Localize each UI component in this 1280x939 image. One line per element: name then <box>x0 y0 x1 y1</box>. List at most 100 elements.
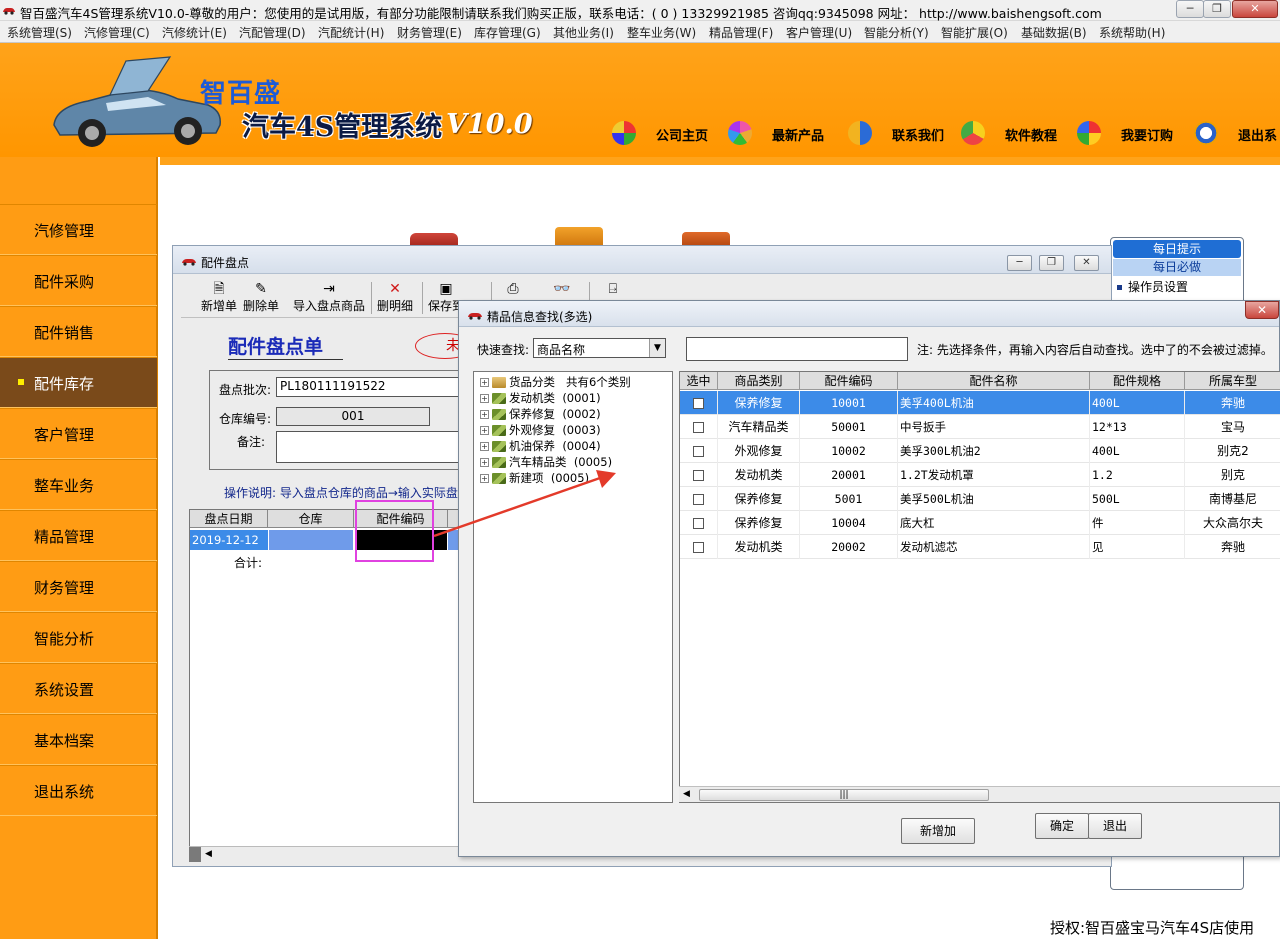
row-checkbox[interactable] <box>693 542 704 553</box>
menu-extension[interactable]: 智能扩展(O) <box>941 24 1008 41</box>
menu-inventory[interactable]: 库存管理(G) <box>474 24 541 41</box>
book-icon <box>492 393 506 404</box>
close-button[interactable]: ✕ <box>1232 0 1278 18</box>
box-icon[interactable] <box>682 232 730 245</box>
refresh-icon[interactable] <box>555 227 603 245</box>
confirm-button[interactable]: 确定 <box>1035 813 1089 839</box>
menu-repair-stats[interactable]: 汽修统计(E) <box>162 24 227 41</box>
table-row[interactable]: 发动机类 20001 1.2T发动机罩 1.2 别克 <box>680 463 1280 487</box>
add-new-button[interactable]: 新增加 <box>901 818 975 844</box>
maximize-button[interactable]: ❐ <box>1203 0 1231 18</box>
stocktake-minimize-button[interactable]: ─ <box>1007 255 1032 271</box>
column-header-code[interactable]: 配件编码 <box>800 372 898 390</box>
row-checkbox[interactable] <box>693 422 704 433</box>
menu-parts[interactable]: 汽配管理(D) <box>239 24 306 41</box>
warehouse-field[interactable]: 001 <box>276 407 430 426</box>
new-order-button[interactable]: 🗎 新增单 <box>201 281 237 317</box>
star-icon <box>961 121 985 145</box>
tips-subtitle[interactable]: 每日必做 <box>1113 259 1241 276</box>
sidebar-item-parts-sales[interactable]: 配件销售 <box>0 306 157 357</box>
tree-node-engine[interactable]: + 发动机类 (0001) <box>480 390 601 406</box>
row-checkbox[interactable] <box>693 446 704 457</box>
table-row[interactable]: 汽车精品类 50001 中号扳手 12*13 宝马 <box>680 415 1280 439</box>
minimize-button[interactable]: ─ <box>1176 0 1204 18</box>
row-checkbox[interactable] <box>693 398 704 409</box>
menu-system[interactable]: 系统管理(S) <box>7 24 72 41</box>
expand-icon[interactable]: + <box>480 442 489 451</box>
menu-basic-data[interactable]: 基础数据(B) <box>1021 24 1087 41</box>
expand-icon[interactable]: + <box>480 394 489 403</box>
column-header-date[interactable]: 盘点日期 <box>190 510 268 528</box>
exit-button[interactable]: 退出 <box>1088 813 1142 839</box>
import-goods-button[interactable]: ⇥ 导入盘点商品 <box>293 281 365 317</box>
scroll-thumb[interactable]: ||| <box>699 789 989 801</box>
expand-icon[interactable]: + <box>480 378 489 387</box>
menu-analysis[interactable]: 智能分析(Y) <box>864 24 929 41</box>
tree-node-oil[interactable]: + 机油保养 (0004) <box>480 438 601 454</box>
column-header-category[interactable]: 商品类别 <box>718 372 800 390</box>
menu-other[interactable]: 其他业务(I) <box>553 24 614 41</box>
remark-label: 备注: <box>237 435 266 449</box>
row-checkbox[interactable] <box>693 518 704 529</box>
chevron-down-icon[interactable]: ▼ <box>649 339 665 357</box>
delete-x-icon: ✕ <box>389 281 401 297</box>
stocktake-form: 盘点批次: PL180111191522 仓库编号: 001 备注: <box>209 370 490 470</box>
table-row[interactable]: 保养修复 5001 美孚500L机油 500L 南博基尼 <box>680 487 1280 511</box>
lookup-close-button[interactable]: ✕ <box>1245 301 1279 319</box>
table-row[interactable]: 保养修复 10004 底大杠 件 大众高尔夫 <box>680 511 1280 535</box>
car-icon <box>182 259 196 266</box>
menu-finance[interactable]: 财务管理(E) <box>397 24 462 41</box>
car-app-icon <box>3 8 15 15</box>
stocktake-close-button[interactable]: ✕ <box>1074 255 1099 271</box>
menu-customer[interactable]: 客户管理(U) <box>786 24 852 41</box>
sidebar-item-parts-purchase[interactable]: 配件采购 <box>0 255 157 306</box>
table-row[interactable]: 保养修复 10001 美孚400L机油 400L 奔驰 <box>680 391 1280 415</box>
tree-node-root[interactable]: + 货品分类 共有6个类别 <box>480 374 631 390</box>
row-checkbox[interactable] <box>693 494 704 505</box>
menu-parts-stats[interactable]: 汽配统计(H) <box>318 24 384 41</box>
tree-node-exterior[interactable]: + 外观修复 (0003) <box>480 422 601 438</box>
tips-title[interactable]: 每日提示 <box>1113 240 1241 258</box>
stocktake-maximize-button[interactable]: ❐ <box>1039 255 1064 271</box>
stocktake-horizontal-scrollbar[interactable]: ◀ <box>189 846 464 862</box>
sidebar-item-finance[interactable]: 财务管理 <box>0 561 157 612</box>
menu-vehicle[interactable]: 整车业务(W) <box>627 24 696 41</box>
sidebar-item-settings[interactable]: 系统设置 <box>0 663 157 714</box>
search-input[interactable] <box>686 337 908 361</box>
row-date-cell[interactable]: 2019-12-12 <box>190 530 268 550</box>
search-field-select[interactable]: 商品名称 ▼ <box>533 338 666 358</box>
tips-item-operator-settings[interactable]: 操作员设置 <box>1117 278 1188 295</box>
delete-detail-button[interactable]: ✕ 删明细 <box>377 281 413 317</box>
delete-order-button[interactable]: ✎ 删除单 <box>243 281 279 317</box>
column-header-model[interactable]: 所属车型 <box>1185 372 1280 390</box>
sidebar-item-archive[interactable]: 基本档案 <box>0 714 157 765</box>
table-row[interactable]: 外观修复 10002 美孚300L机油2 400L 别克2 <box>680 439 1280 463</box>
book-icon <box>492 409 506 420</box>
row-checkbox[interactable] <box>693 470 704 481</box>
goods-table-horizontal-scrollbar[interactable]: ◀ ||| <box>679 786 1280 802</box>
sidebar-item-vehicle[interactable]: 整车业务 <box>0 459 157 510</box>
house-icon[interactable] <box>410 233 458 245</box>
column-header-select[interactable]: 选中 <box>680 372 718 390</box>
sidebar-item-repair[interactable]: 汽修管理 <box>0 204 157 255</box>
sidebar-item-parts-inventory[interactable]: 配件库存 <box>0 357 157 408</box>
row-warehouse-cell[interactable] <box>269 530 353 550</box>
active-marker <box>18 379 24 385</box>
column-header-name[interactable]: 配件名称 <box>898 372 1090 390</box>
menu-help[interactable]: 系统帮助(H) <box>1099 24 1165 41</box>
scroll-left-arrow-icon[interactable]: ◀ <box>683 789 690 799</box>
menu-repair[interactable]: 汽修管理(C) <box>84 24 150 41</box>
sidebar-item-customer[interactable]: 客户管理 <box>0 408 157 459</box>
column-header-warehouse[interactable]: 仓库 <box>268 510 354 528</box>
sidebar-item-boutique[interactable]: 精品管理 <box>0 510 157 561</box>
sidebar-item-exit[interactable]: 退出系统 <box>0 765 157 816</box>
table-row[interactable]: 发动机类 20002 发动机滤芯 见 奔驰 <box>680 535 1280 559</box>
menu-boutique[interactable]: 精品管理(F) <box>709 24 773 41</box>
tree-node-maintenance[interactable]: + 保养修复 (0002) <box>480 406 601 422</box>
column-header-spec[interactable]: 配件规格 <box>1090 372 1185 390</box>
expand-icon[interactable]: + <box>480 426 489 435</box>
sidebar-item-analysis[interactable]: 智能分析 <box>0 612 157 663</box>
expand-icon[interactable]: + <box>480 410 489 419</box>
scroll-left-arrow-icon[interactable]: ◀ <box>205 849 212 859</box>
import-icon: ⇥ <box>323 281 335 297</box>
